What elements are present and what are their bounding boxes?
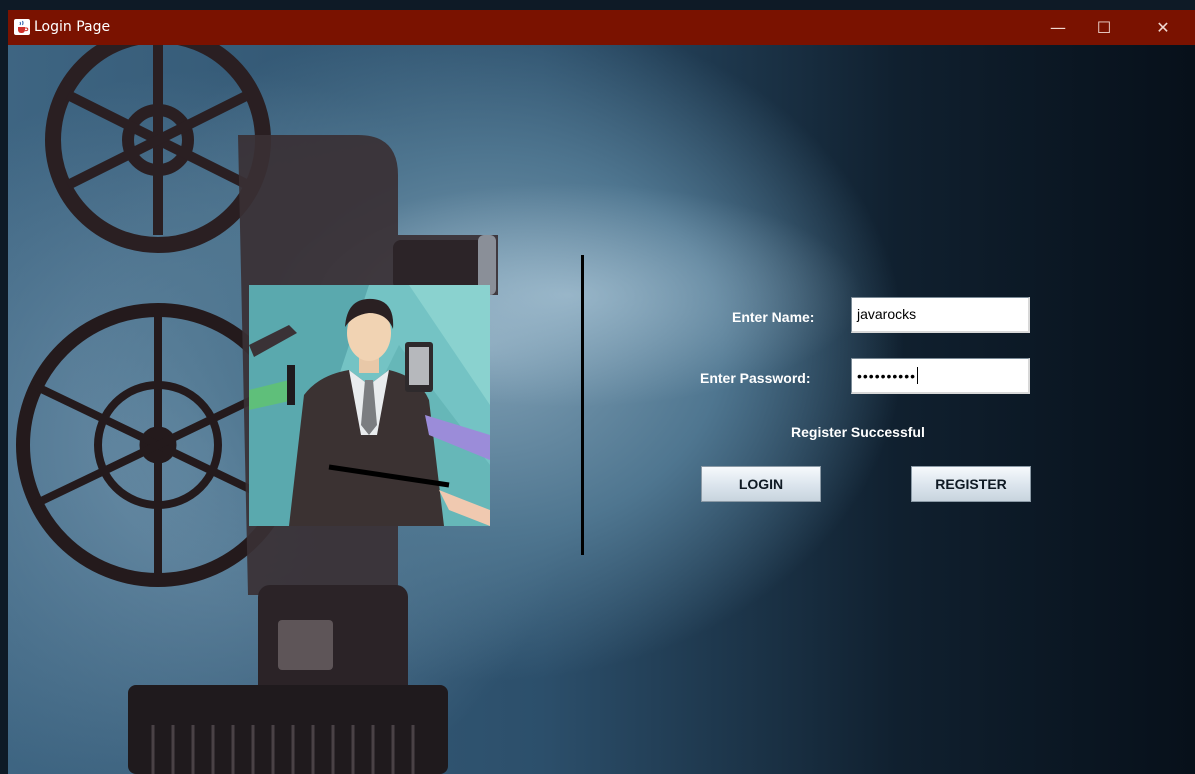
name-label: Enter Name: <box>732 309 815 325</box>
register-button[interactable]: REGISTER <box>911 466 1031 502</box>
login-button[interactable]: LOGIN <box>701 466 821 502</box>
vertical-divider <box>581 255 584 555</box>
window-title: Login Page <box>34 19 111 35</box>
title-bar: Login Page — ☐ ✕ <box>8 10 1195 45</box>
status-message: Register Successful <box>791 424 925 440</box>
name-input[interactable]: javarocks <box>851 297 1030 333</box>
java-cup-icon <box>14 19 30 35</box>
close-icon: ✕ <box>1156 18 1170 37</box>
password-input[interactable]: •••••••••• <box>851 358 1030 394</box>
maximize-button[interactable]: ☐ <box>1081 10 1127 45</box>
businessman-portrait-image <box>249 285 490 526</box>
login-content: Enter Name: javarocks Enter Password: ••… <box>8 45 1195 774</box>
password-label: Enter Password: <box>700 370 811 386</box>
close-button[interactable]: ✕ <box>1140 10 1186 45</box>
maximize-icon: ☐ <box>1096 18 1112 37</box>
password-input-value: •••••••••• <box>857 368 917 384</box>
text-caret <box>917 367 919 384</box>
minimize-icon: — <box>1050 18 1066 37</box>
login-window: Login Page — ☐ ✕ Enter Name: javarocks E… <box>8 10 1195 774</box>
name-input-value: javarocks <box>857 306 917 322</box>
minimize-button[interactable]: — <box>1035 10 1081 45</box>
